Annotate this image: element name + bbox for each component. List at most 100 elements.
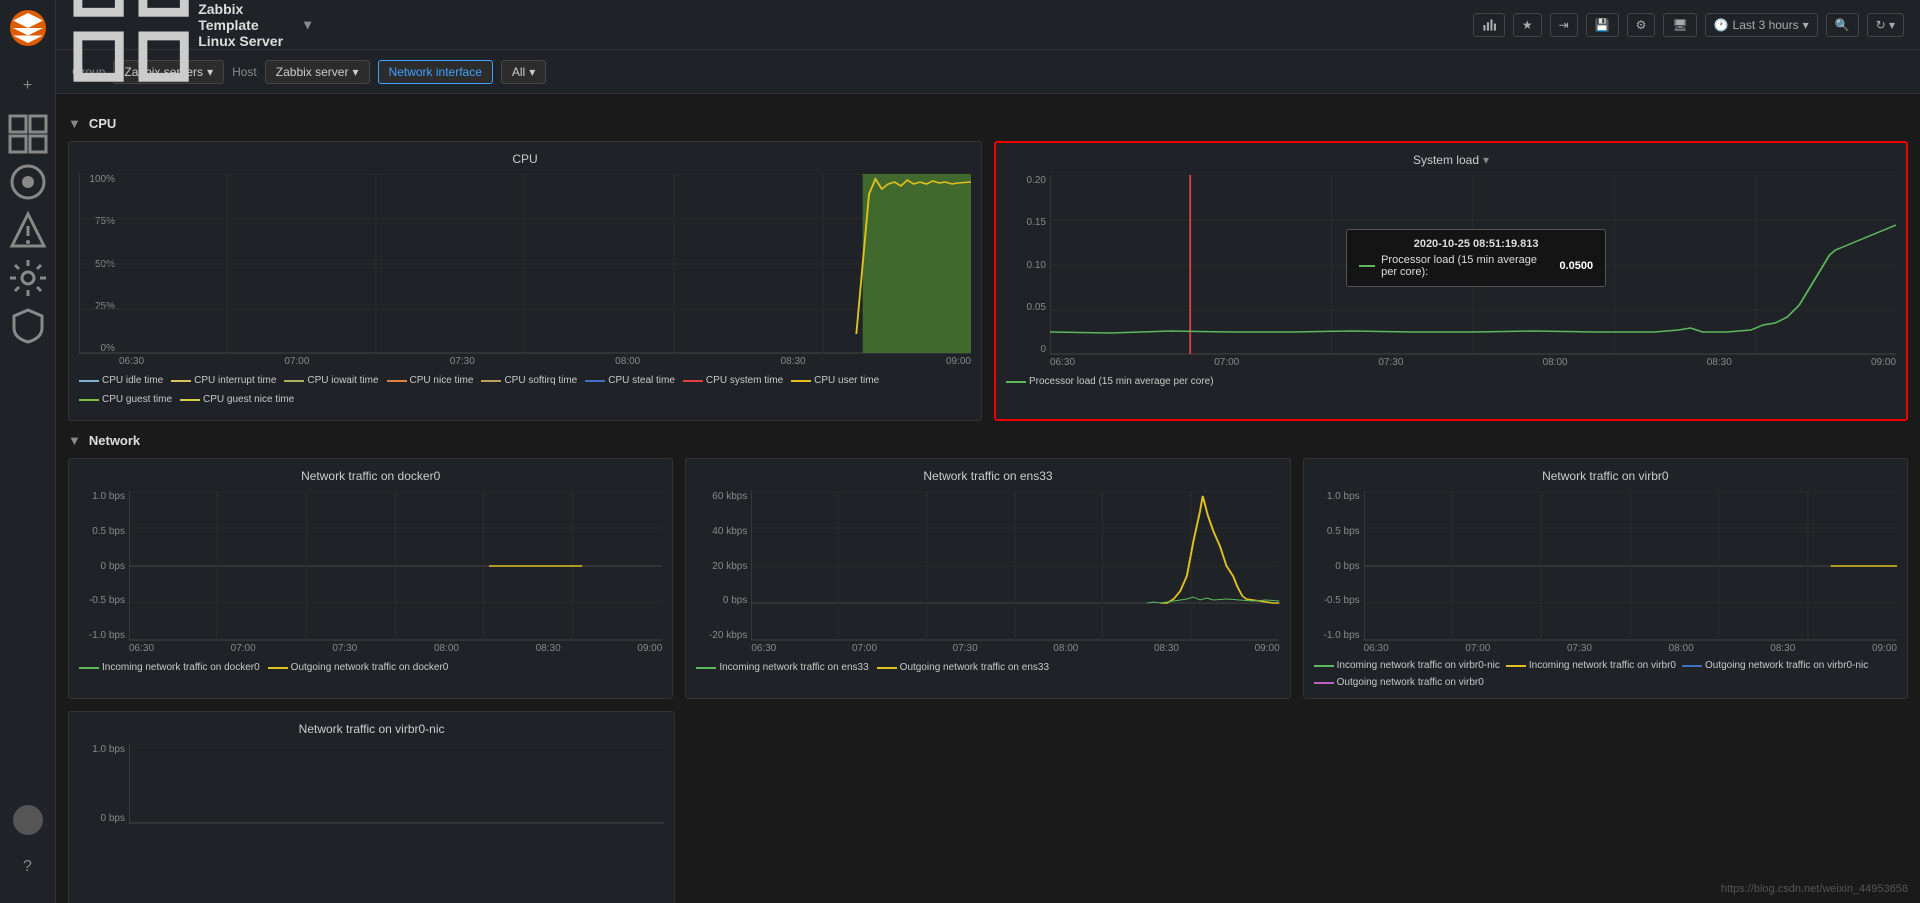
clock-icon: 🕐: [1714, 18, 1729, 32]
legend-cpu-guest-nice: CPU guest nice time: [180, 394, 294, 405]
cpu-section-label: CPU: [89, 116, 116, 131]
ens33-canvas: [751, 491, 1279, 641]
legend-cpu-softirq: CPU softirq time: [481, 375, 577, 386]
legend-docker0-in: Incoming network traffic on docker0: [79, 662, 260, 673]
cpu-chart-legend: CPU idle time CPU interrupt time CPU iow…: [79, 375, 971, 405]
grid-icon: [72, 0, 190, 84]
legend-virbr0-out: Outgoing network traffic on virbr0: [1314, 677, 1484, 688]
user-avatar[interactable]: [13, 805, 43, 835]
url-footer: https://blog.csdn.net/weixin_44953658: [1721, 883, 1908, 895]
virbr0-chart-panel: Network traffic on virbr0 1.0 bps 0.5 bp…: [1303, 458, 1908, 699]
virbr0-x-labels: 06:30 07:00 07:30 08:00 08:30 09:00: [1314, 643, 1897, 654]
page-title: Zabbix Template Linux Server ▾: [72, 0, 311, 84]
dashboard-title: Zabbix Template Linux Server: [198, 1, 296, 49]
legend-cpu-interrupt: CPU interrupt time: [171, 375, 276, 386]
ens33-legend: Incoming network traffic on ens33 Outgoi…: [696, 662, 1279, 673]
time-label: Last 3 hours: [1733, 18, 1799, 32]
network-section-header: ▼ Network: [68, 433, 1908, 448]
virbr0-nic-title: Network traffic on virbr0-nic: [79, 722, 664, 736]
cpu-chart-title: CPU: [79, 152, 971, 166]
config-button[interactable]: ⚙: [1627, 13, 1656, 37]
system-load-chart-area: 0.20 0.15 0.10 0.05 0: [1006, 175, 1896, 355]
topbar: Zabbix Template Linux Server ▾ ★ ⇥ 💾 ⚙ 🖥…: [56, 0, 1920, 50]
app-logo: [10, 10, 46, 46]
network-interface-label: Network interface: [389, 65, 482, 79]
virbr0-nic-canvas: [129, 744, 664, 824]
virbr0-nic-section: Network traffic on virbr0-nic 1.0 bps 0 …: [68, 711, 675, 903]
time-dropdown-icon: ▾: [1803, 18, 1809, 32]
sysload-y-labels: 0.20 0.15 0.10 0.05 0: [1006, 175, 1050, 355]
legend-ens33-out: Outgoing network traffic on ens33: [877, 662, 1049, 673]
share-button[interactable]: ⇥: [1550, 13, 1578, 37]
docker0-chart-area: 1.0 bps 0.5 bps 0 bps -0.5 bps -1.0 bps: [79, 491, 662, 641]
legend-cpu-system: CPU system time: [683, 375, 783, 386]
docker0-title: Network traffic on docker0: [79, 469, 662, 483]
cpu-chart-area: 100% 75% 50% 25% 0%: [79, 174, 971, 354]
virbr0-legend: Incoming network traffic on virbr0-nic I…: [1314, 660, 1897, 688]
cpu-section-header: ▼ CPU: [68, 116, 1908, 131]
system-load-chart-panel: System load ▾ 0.20 0.15 0.10 0.05 0: [994, 141, 1908, 421]
cpu-collapse-chevron[interactable]: ▼: [68, 116, 81, 131]
settings-icon[interactable]: [8, 258, 48, 298]
refresh-button[interactable]: ↻ ▾: [1867, 13, 1904, 37]
main-content: ▼ CPU CPU 100% 75% 50% 25% 0%: [56, 94, 1920, 903]
host-chevron: ▾: [352, 65, 358, 79]
search-button[interactable]: 🔍: [1826, 13, 1859, 37]
network-all-value: All: [512, 65, 525, 79]
cpu-chart-canvas: [79, 174, 971, 354]
network-charts-grid: Network traffic on docker0 1.0 bps 0.5 b…: [68, 458, 1908, 699]
filterbar: Group Zabbix servers ▾ Host Zabbix serve…: [56, 50, 1920, 94]
system-load-dropdown-icon[interactable]: ▾: [1483, 153, 1489, 167]
ens33-title: Network traffic on ens33: [696, 469, 1279, 483]
sysload-x-labels: 06:30 07:00 07:30 08:00 08:30 09:00: [1006, 357, 1896, 368]
network-collapse-chevron[interactable]: ▼: [68, 433, 81, 448]
docker0-canvas: [129, 491, 662, 641]
legend-ens33-in: Incoming network traffic on ens33: [696, 662, 868, 673]
dashboard-icon[interactable]: [8, 114, 48, 154]
alerts-icon[interactable]: [8, 210, 48, 250]
save-button[interactable]: 💾: [1586, 13, 1619, 37]
virbr0-nic-chart-panel: Network traffic on virbr0-nic 1.0 bps 0 …: [68, 711, 675, 903]
legend-cpu-idle: CPU idle time: [79, 375, 163, 386]
ens33-chart-panel: Network traffic on ens33 60 kbps 40 kbps…: [685, 458, 1290, 699]
legend-cpu-iowait: CPU iowait time: [284, 375, 378, 386]
time-range-button[interactable]: 🕐 Last 3 hours ▾: [1705, 13, 1818, 37]
network-chevron: ▾: [529, 65, 535, 79]
display-button[interactable]: 🖥: [1663, 13, 1696, 37]
legend-virbr0-nic-out: Outgoing network traffic on virbr0-nic: [1682, 660, 1868, 671]
ens33-x-labels: 06:30 07:00 07:30 08:00 08:30 09:00: [696, 643, 1279, 654]
shield-icon[interactable]: [8, 306, 48, 346]
legend-virbr0-in: Incoming network traffic on virbr0: [1506, 660, 1676, 671]
network-all-dropdown[interactable]: All ▾: [501, 60, 546, 84]
network-section-label: Network: [89, 433, 140, 448]
topbar-actions: ★ ⇥ 💾 ⚙ 🖥 🕐 Last 3 hours ▾ 🔍 ↻ ▾: [1473, 13, 1904, 37]
system-load-title: System load ▾: [1006, 153, 1896, 167]
legend-virbr0-nic-in: Incoming network traffic on virbr0-nic: [1314, 660, 1500, 671]
monitoring-icon[interactable]: [8, 162, 48, 202]
sidebar: + ?: [0, 0, 56, 903]
star-button[interactable]: ★: [1513, 13, 1542, 37]
legend-docker0-out: Outgoing network traffic on docker0: [268, 662, 449, 673]
virbr0-chart-area: 1.0 bps 0.5 bps 0 bps -0.5 bps -1.0 bps: [1314, 491, 1897, 641]
sysload-chart-canvas: 2020-10-25 08:51:19.813 Processor load (…: [1050, 175, 1896, 355]
virbr0-y-labels: 1.0 bps 0.5 bps 0 bps -0.5 bps -1.0 bps: [1314, 491, 1364, 641]
virbr0-nic-area: 1.0 bps 0 bps: [79, 744, 664, 824]
docker0-y-labels: 1.0 bps 0.5 bps 0 bps -0.5 bps -1.0 bps: [79, 491, 129, 641]
virbr0-nic-y-labels: 1.0 bps 0 bps: [79, 744, 129, 824]
title-dropdown-icon[interactable]: ▾: [304, 16, 311, 33]
virbr0-canvas: [1364, 491, 1897, 641]
help-icon[interactable]: ?: [8, 847, 48, 887]
legend-cpu-guest: CPU guest time: [79, 394, 172, 405]
docker0-legend: Incoming network traffic on docker0 Outg…: [79, 662, 662, 673]
metrics-button[interactable]: [1473, 13, 1505, 37]
cpu-charts-grid: CPU 100% 75% 50% 25% 0%: [68, 141, 1908, 421]
ens33-chart-area: 60 kbps 40 kbps 20 kbps 0 bps -20 kbps: [696, 491, 1279, 641]
add-icon[interactable]: +: [8, 66, 48, 106]
network-interface-button[interactable]: Network interface: [378, 60, 493, 84]
docker0-chart-panel: Network traffic on docker0 1.0 bps 0.5 b…: [68, 458, 673, 699]
legend-cpu-steal: CPU steal time: [585, 375, 675, 386]
legend-processor-load: Processor load (15 min average per core): [1006, 376, 1214, 387]
legend-cpu-nice: CPU nice time: [387, 375, 474, 386]
legend-cpu-user: CPU user time: [791, 375, 879, 386]
cpu-x-labels: 06:30 07:00 07:30 08:00 08:30 09:00: [79, 356, 971, 367]
